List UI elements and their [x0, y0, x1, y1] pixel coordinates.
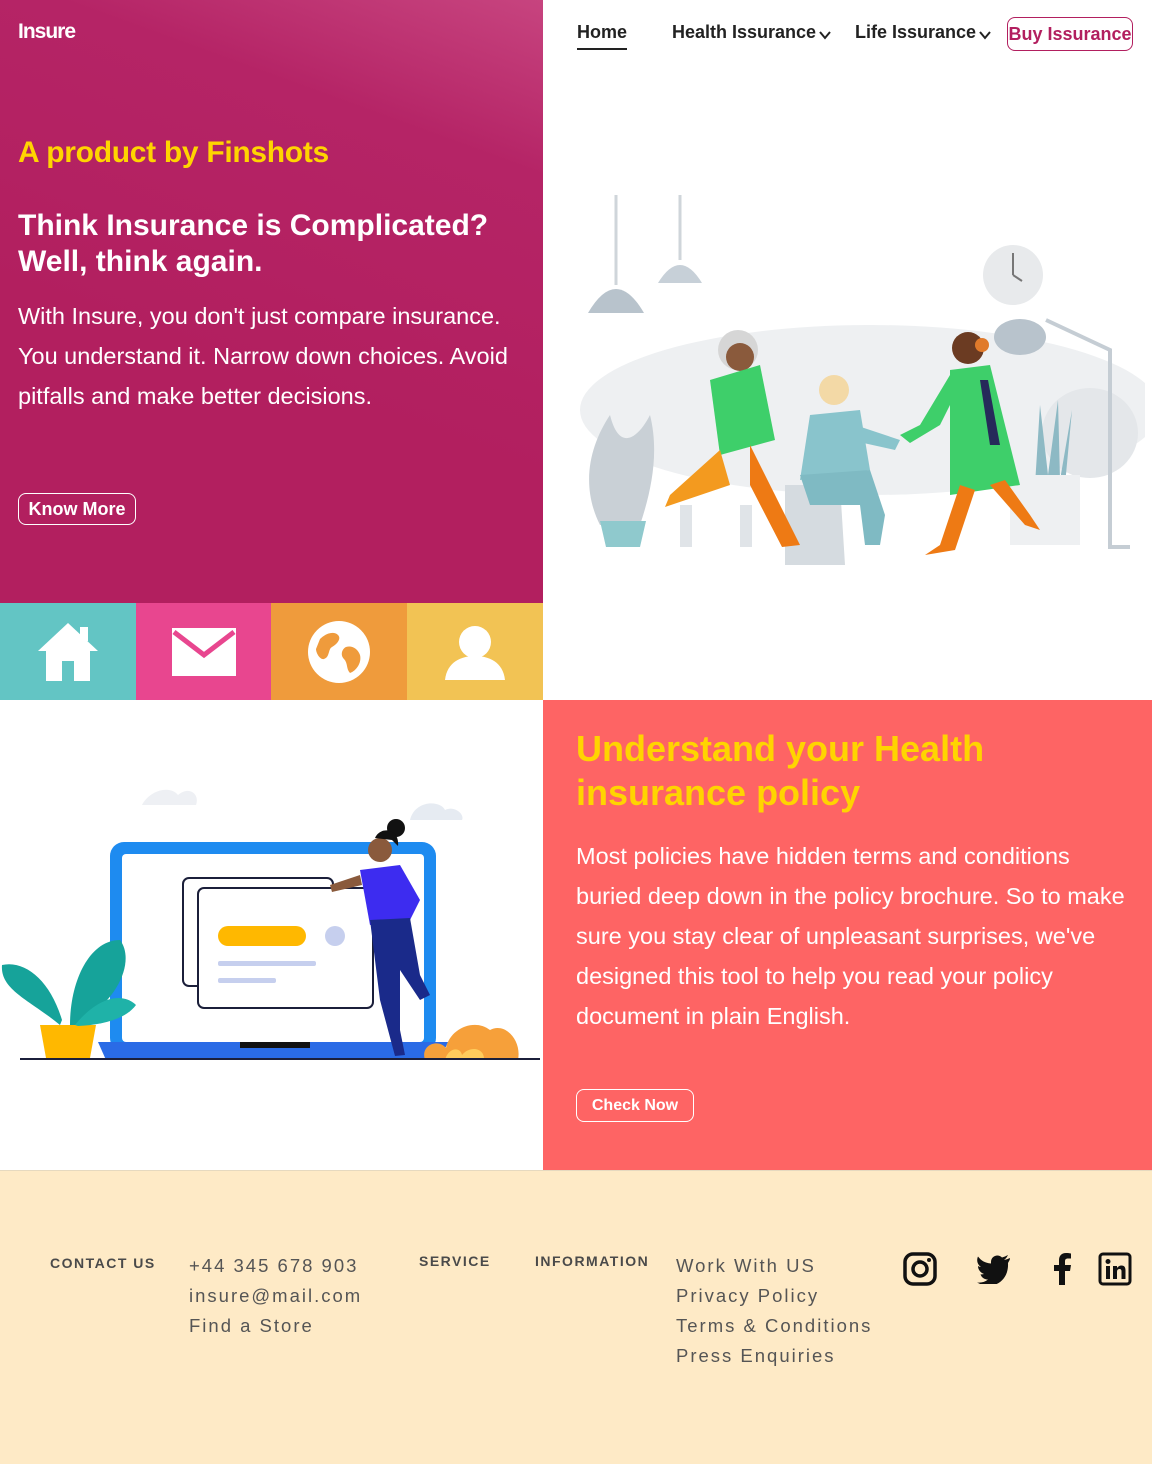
top-nav: Home Health Issurance Life Issurance Buy…	[543, 0, 1152, 70]
know-more-button[interactable]: Know More	[18, 493, 136, 525]
footer-work-with-us-link[interactable]: Work With US	[676, 1251, 872, 1281]
tile-user[interactable]	[407, 603, 543, 700]
footer-privacy-policy-link[interactable]: Privacy Policy	[676, 1281, 872, 1311]
hero-panel: Insure A product by Finshots Think Insur…	[0, 0, 543, 603]
plant-pot	[40, 1025, 96, 1058]
footer-contact-heading: CONTACT US	[50, 1255, 156, 1271]
chevron-down-icon	[819, 30, 831, 40]
twitter-icon	[977, 1255, 1010, 1284]
instagram-link[interactable]	[903, 1252, 937, 1286]
buy-insurance-button[interactable]: Buy Issurance	[1007, 17, 1133, 51]
nav-health-insurance-dropdown[interactable]: Health Issurance	[672, 22, 831, 43]
instagram-icon	[903, 1252, 937, 1286]
icon-tiles	[0, 603, 543, 700]
linkedin-link[interactable]	[1098, 1252, 1132, 1286]
footer-contact-list: +44 345 678 903 insure@mail.com Find a S…	[189, 1251, 362, 1341]
site-footer: CONTACT US +44 345 678 903 insure@mail.c…	[0, 1170, 1152, 1464]
chevron-down-icon	[979, 30, 991, 40]
twitter-link[interactable]	[977, 1252, 1011, 1286]
pendant-lamp	[588, 289, 644, 313]
footer-information-list: Work With US Privacy Policy Terms & Cond…	[676, 1251, 872, 1371]
pendant-lamp	[658, 265, 702, 283]
globe-icon	[308, 620, 370, 683]
nav-home-label: Home	[577, 22, 628, 42]
tile-globe[interactable]	[271, 603, 407, 700]
footer-service-heading[interactable]: SERVICE	[419, 1253, 491, 1269]
laptop-illustration	[1, 789, 540, 1060]
hero-description: With Insure, you don't just compare insu…	[18, 303, 508, 409]
tile-mail[interactable]	[136, 603, 271, 700]
footer-phone-link[interactable]: +44 345 678 903	[189, 1251, 362, 1281]
hero-illustration	[580, 195, 1145, 565]
health-policy-description: Most policies have hidden terms and cond…	[576, 843, 1125, 1029]
nav-life-insurance-dropdown[interactable]: Life Issurance	[855, 22, 991, 43]
footer-terms-link[interactable]: Terms & Conditions	[676, 1311, 872, 1341]
footer-email-link[interactable]: insure@mail.com	[189, 1281, 362, 1311]
health-policy-title: Understand your Health insurance policy	[576, 728, 985, 813]
home-icon	[38, 622, 98, 681]
brand-logo[interactable]: Insure	[18, 20, 76, 44]
check-now-button[interactable]: Check Now	[576, 1089, 694, 1122]
nav-life-label: Life Issurance	[855, 22, 977, 42]
linkedin-icon	[1098, 1252, 1132, 1286]
nav-health-label: Health Issurance	[672, 22, 817, 42]
tile-home[interactable]	[0, 603, 136, 700]
facebook-icon	[1054, 1253, 1071, 1285]
footer-information-heading[interactable]: INFORMATION	[535, 1253, 649, 1269]
health-policy-panel: Understand your Health insurance policy …	[543, 700, 1152, 1170]
nav-home-link[interactable]: Home	[577, 22, 628, 50]
mail-icon	[171, 627, 236, 676]
footer-press-link[interactable]: Press Enquiries	[676, 1341, 872, 1371]
facebook-link[interactable]	[1045, 1252, 1079, 1286]
hero-title: Think Insurance is Complicated? Well, th…	[18, 209, 489, 278]
plant-pot	[600, 521, 646, 547]
hero-tagline: A product by Finshots	[18, 136, 329, 169]
footer-find-store-link[interactable]: Find a Store	[189, 1311, 362, 1341]
user-icon	[445, 625, 505, 680]
